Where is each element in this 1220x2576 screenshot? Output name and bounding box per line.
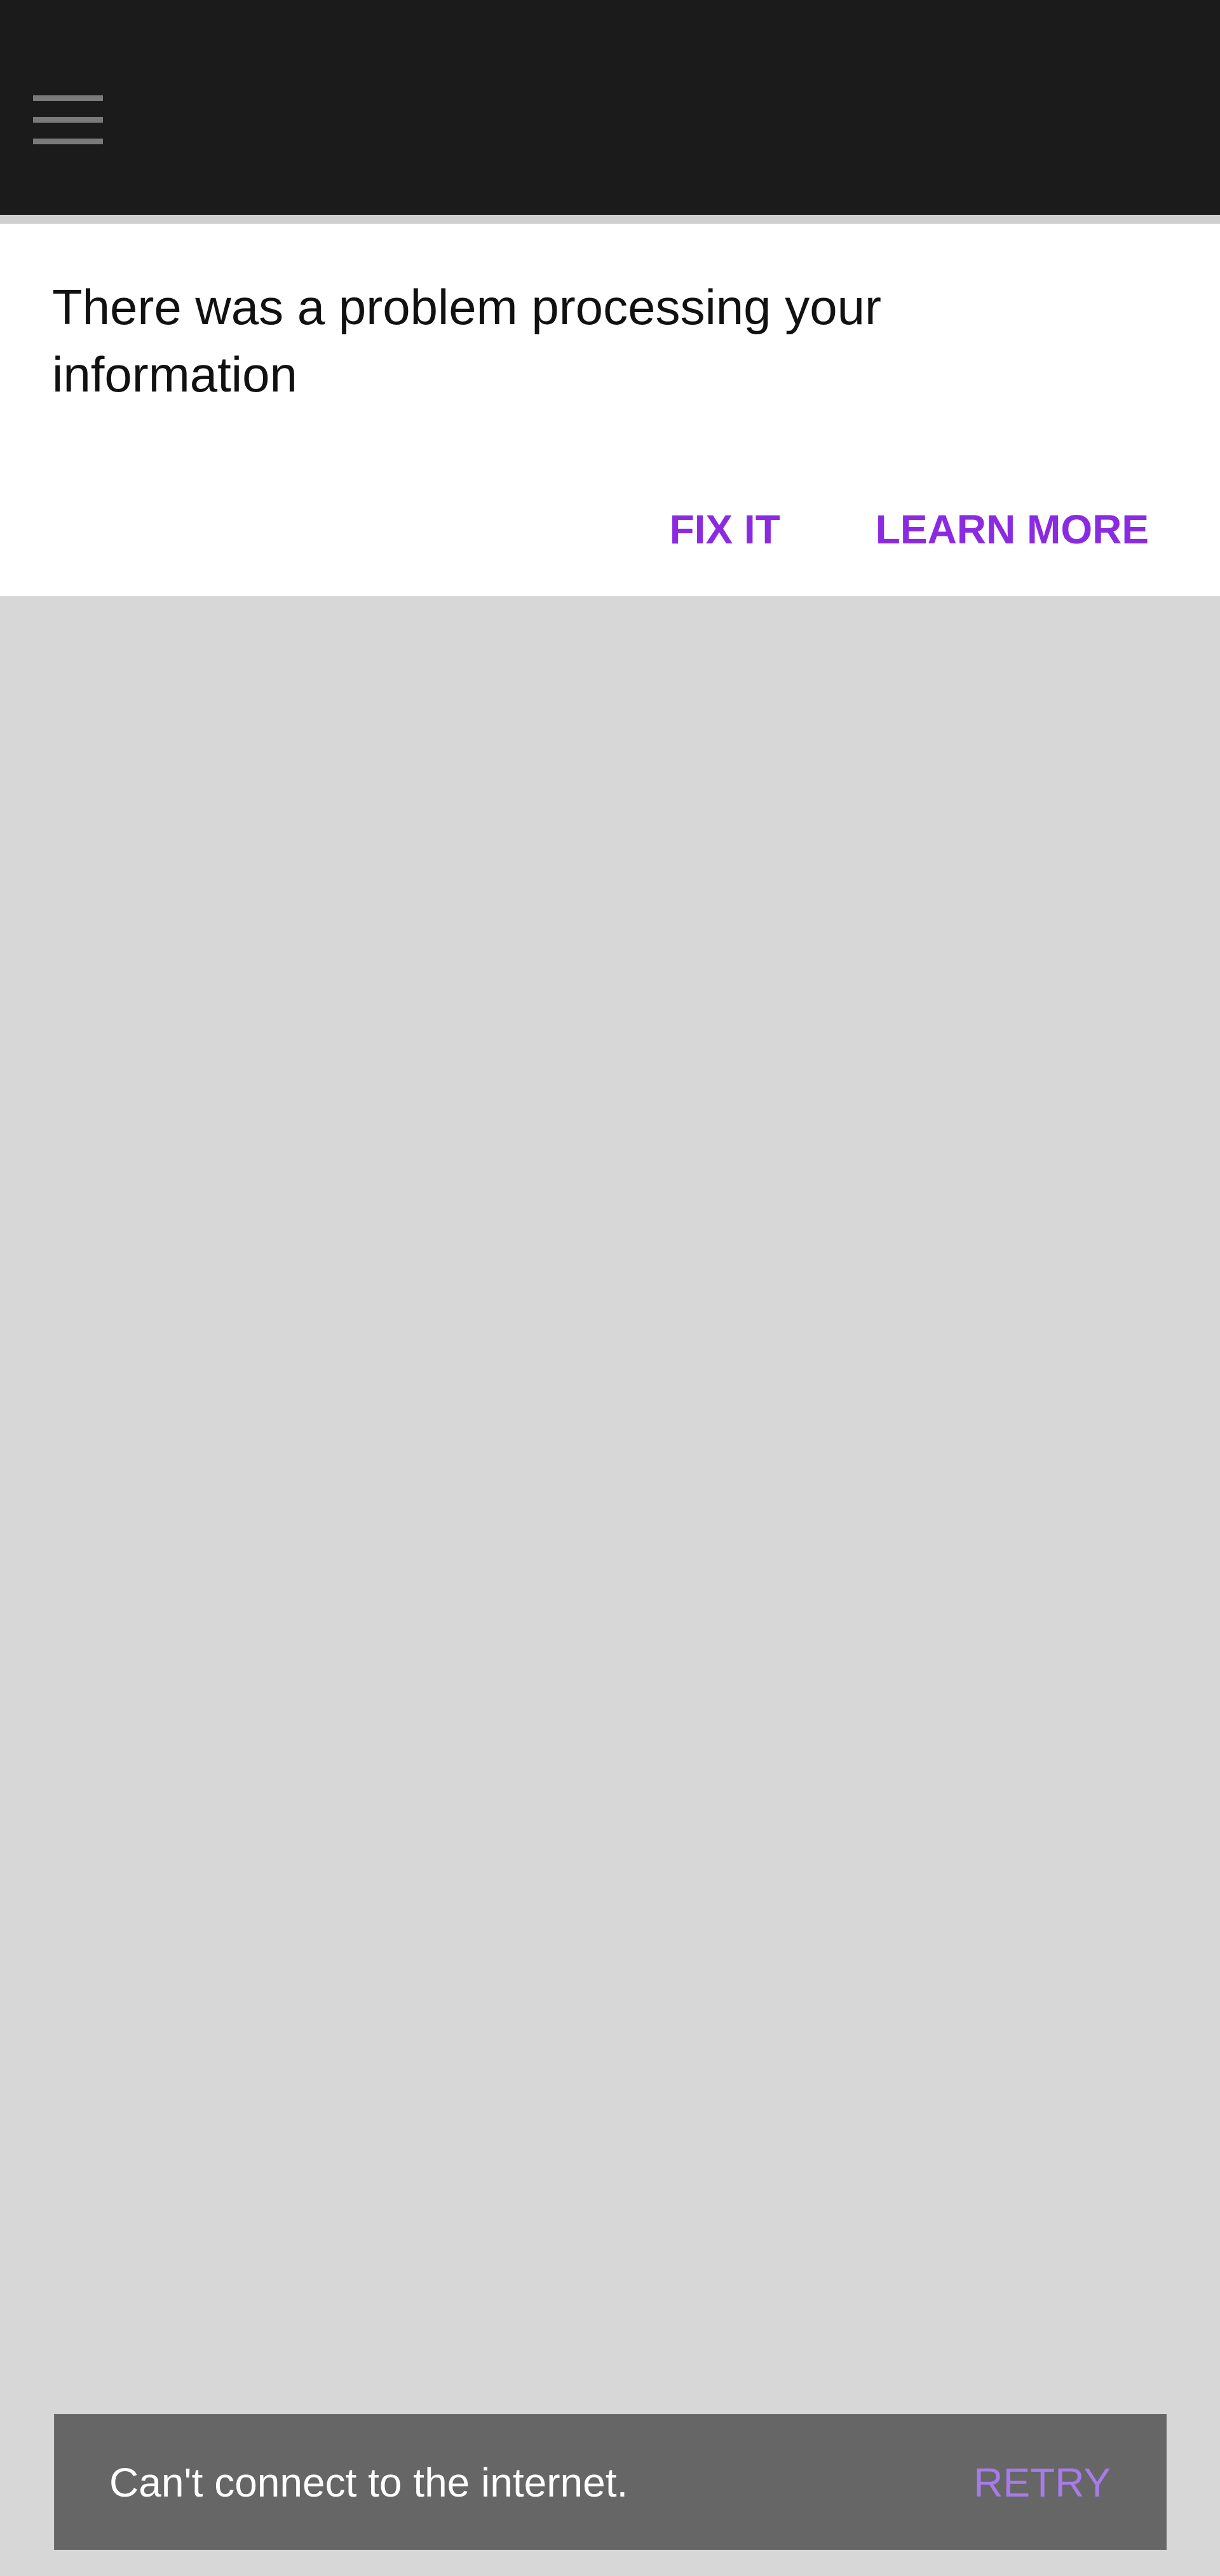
menu-button[interactable] [33,93,103,147]
error-notice-card: There was a problem processing your info… [0,224,1220,596]
notice-actions: FIX IT LEARN MORE [670,499,1149,560]
top-app-bar [0,0,1220,215]
connection-error-snackbar: Can't connect to the internet. RETRY [54,2414,1167,2550]
snackbar-message: Can't connect to the internet. [109,2460,628,2505]
error-message: There was a problem processing your info… [52,279,881,402]
retry-button[interactable]: RETRY [973,2415,1111,2551]
top-bar-divider [0,215,1220,224]
fix-it-button[interactable]: FIX IT [670,499,780,560]
learn-more-button[interactable]: LEARN MORE [876,499,1149,560]
app-page: There was a problem processing your info… [0,0,1220,2576]
hamburger-menu-icon [33,95,103,144]
